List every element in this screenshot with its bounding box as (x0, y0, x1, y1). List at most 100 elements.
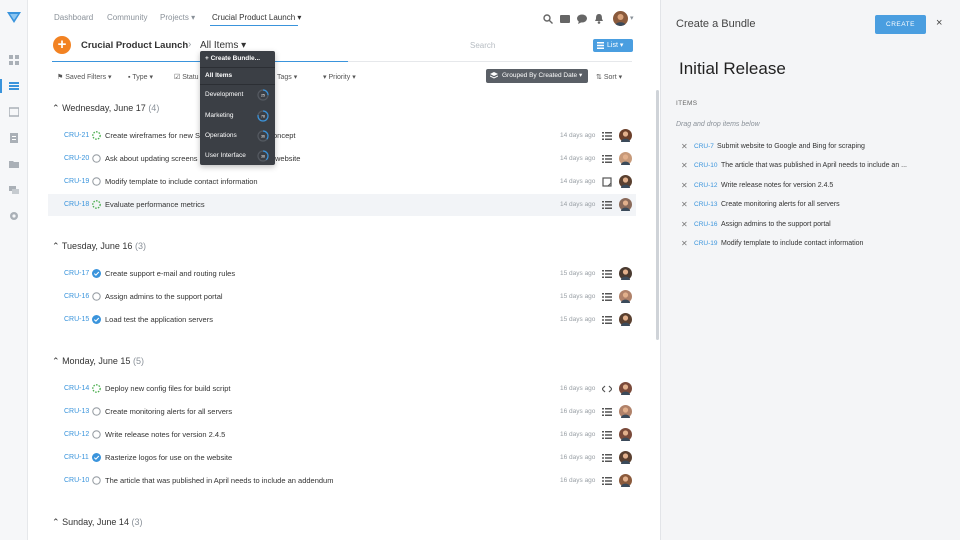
nav-current-project[interactable]: Crucial Product Launch ▾ (212, 13, 301, 22)
task-row[interactable]: CRU-15 Load test the application servers 1… (48, 309, 636, 331)
task-id[interactable]: CRU-14 (64, 385, 89, 392)
task-title[interactable]: The article that was published in April … (105, 476, 333, 485)
task-id[interactable]: CRU-16 (64, 293, 89, 300)
bundle-item-id[interactable]: CRU-7 (694, 143, 714, 150)
search-icon[interactable] (543, 14, 553, 24)
group-header[interactable]: ⌃ Wednesday, June 17 (4) (52, 103, 159, 114)
task-title[interactable]: Assign admins to the support portal (105, 292, 223, 301)
checklist-icon[interactable] (602, 131, 612, 141)
bundle-item[interactable]: ✕ CRU-7 Submit website to Google and Bing … (681, 142, 951, 154)
task-row[interactable]: CRU-17 Create support e-mail and routing … (48, 263, 636, 285)
folder-icon[interactable] (9, 159, 19, 169)
group-header[interactable]: ⌃ Tuesday, June 16 (3) (52, 241, 146, 252)
assignee-avatar[interactable] (619, 198, 632, 211)
task-id[interactable]: CRU-11 (64, 454, 89, 461)
task-row[interactable]: CRU-12 Write release notes for version 2.… (48, 424, 636, 446)
assignee-avatar[interactable] (619, 129, 632, 142)
assignee-avatar[interactable] (619, 405, 632, 418)
task-id[interactable]: CRU-17 (64, 270, 89, 277)
task-id[interactable]: CRU-18 (64, 201, 89, 208)
list-icon[interactable] (9, 81, 19, 91)
dashboard-icon[interactable] (9, 55, 19, 65)
status-open-icon[interactable] (92, 476, 101, 485)
task-row[interactable]: CRU-13 Create monitoring alerts for all s… (48, 401, 636, 423)
bundle-item-id[interactable]: CRU-13 (694, 201, 717, 208)
task-title[interactable]: Evaluate performance metrics (105, 200, 205, 209)
assignee-avatar[interactable] (619, 474, 632, 487)
cards-icon[interactable] (9, 107, 19, 117)
checklist-icon[interactable] (602, 430, 612, 440)
saved-filters-dropdown[interactable]: ⚑ Saved Filters ▾ (57, 73, 112, 81)
bundle-item-id[interactable]: CRU-16 (694, 221, 717, 228)
assignee-avatar[interactable] (619, 428, 632, 441)
status-done-icon[interactable] (92, 315, 101, 324)
remove-icon[interactable]: ✕ (681, 220, 688, 229)
assignee-avatar[interactable] (619, 451, 632, 464)
status-done-icon[interactable] (92, 269, 101, 278)
task-row[interactable]: CRU-14 Deploy new config files for build … (48, 378, 636, 400)
task-id[interactable]: CRU-15 (64, 316, 89, 323)
task-id[interactable]: CRU-13 (64, 408, 89, 415)
task-id[interactable]: CRU-10 (64, 477, 89, 484)
task-row[interactable]: CRU-20 Ask about updating screens website 1… (48, 148, 636, 170)
remove-icon[interactable]: ✕ (681, 181, 688, 190)
group-header[interactable]: ⌃ Monday, June 15 (5) (52, 356, 144, 367)
menu-item-user-interface[interactable]: User Interface (205, 152, 246, 159)
remove-icon[interactable]: ✕ (681, 200, 688, 209)
task-row[interactable]: CRU-10 The article that was published in … (48, 470, 636, 492)
task-title[interactable]: Ask about updating screens website (105, 154, 300, 163)
task-title[interactable]: Create monitoring alerts for all servers (105, 407, 232, 416)
status-in-progress-icon[interactable] (92, 200, 101, 209)
settings-gear-icon[interactable] (9, 211, 19, 221)
user-avatar[interactable] (613, 11, 628, 26)
task-id[interactable]: CRU-21 (64, 132, 89, 139)
messages-icon[interactable] (577, 14, 587, 24)
assignee-avatar[interactable] (619, 152, 632, 165)
group-by-button[interactable]: Grouped By Created Date ▾ (486, 69, 588, 83)
checklist-icon[interactable] (602, 315, 612, 325)
type-filter-dropdown[interactable]: ▪ Type ▾ (128, 73, 153, 81)
checklist-icon[interactable] (602, 154, 612, 164)
menu-item-all-items[interactable]: All Items (205, 72, 232, 79)
status-open-icon[interactable] (92, 407, 101, 416)
checklist-icon[interactable] (602, 476, 612, 486)
code-icon[interactable] (601, 384, 613, 394)
note-icon[interactable] (602, 177, 612, 187)
nav-community[interactable]: Community (107, 13, 147, 22)
view-mode-button[interactable]: List ▾ (593, 39, 633, 52)
task-title[interactable]: Create support e-mail and routing rules (105, 269, 235, 278)
nav-projects[interactable]: Projects ▾ (160, 13, 195, 22)
nav-dashboard[interactable]: Dashboard (54, 13, 93, 22)
tags-filter-dropdown[interactable]: Tags ▾ (277, 73, 297, 81)
task-row[interactable]: CRU-19 Modify template to include contact… (48, 171, 636, 193)
app-logo-icon[interactable] (6, 9, 22, 25)
remove-icon[interactable]: ✕ (681, 239, 688, 248)
checklist-icon[interactable] (602, 269, 612, 279)
assignee-avatar[interactable] (619, 382, 632, 395)
bundle-item[interactable]: ✕ CRU-13 Create monitoring alerts for all … (681, 200, 951, 212)
add-item-button[interactable]: + (53, 36, 71, 54)
notes-icon[interactable] (560, 14, 570, 24)
close-icon[interactable]: × (936, 17, 942, 29)
group-header[interactable]: ⌃ Sunday, June 14 (3) (52, 517, 142, 528)
task-title[interactable]: Load test the application servers (105, 315, 213, 324)
assignee-avatar[interactable] (619, 267, 632, 280)
search-input[interactable]: Search (470, 41, 580, 50)
bundle-item-id[interactable]: CRU-12 (694, 182, 717, 189)
status-open-icon[interactable] (92, 177, 101, 186)
status-in-progress-icon[interactable] (92, 384, 101, 393)
checklist-icon[interactable] (602, 292, 612, 302)
assignee-avatar[interactable] (619, 175, 632, 188)
task-id[interactable]: CRU-20 (64, 155, 89, 162)
status-open-icon[interactable] (92, 292, 101, 301)
notifications-bell-icon[interactable] (594, 14, 604, 24)
bundle-item-id[interactable]: CRU-10 (694, 162, 717, 169)
checklist-icon[interactable] (602, 407, 612, 417)
task-title[interactable]: Modify template to include contact infor… (105, 177, 258, 186)
status-filter-dropdown[interactable]: ☑ Statu (174, 73, 199, 81)
task-id[interactable]: CRU-19 (64, 178, 89, 185)
bundle-item[interactable]: ✕ CRU-10 The article that was published in… (681, 161, 951, 173)
view-selector[interactable]: All Items ▾ (200, 40, 246, 51)
checklist-icon[interactable] (602, 200, 612, 210)
chat-icon[interactable] (9, 185, 19, 195)
